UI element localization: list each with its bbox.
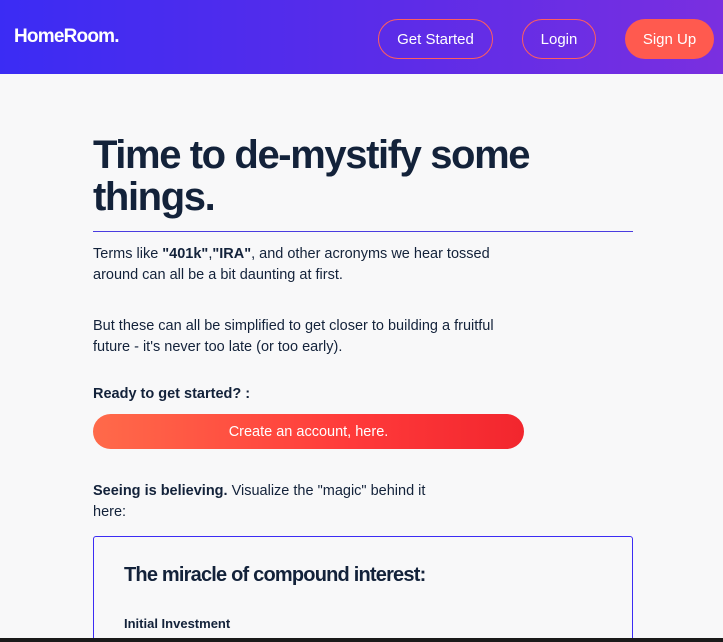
visualize-paragraph: Seeing is believing. Visualize the "magi… — [93, 481, 453, 523]
intro-paragraph: Terms like "401k","IRA", and other acron… — [93, 244, 533, 286]
simplify-paragraph: But these can all be simplified to get c… — [93, 318, 494, 355]
window-bottom-edge — [0, 638, 723, 642]
top-navbar: HomeRoom. Get Started Login Sign Up — [0, 0, 723, 74]
ready-label: Ready to get started? : — [93, 386, 251, 402]
intro-text-prefix: Terms like — [93, 246, 163, 262]
create-account-button[interactable]: Create an account, here. — [93, 414, 524, 449]
get-started-button[interactable]: Get Started — [378, 19, 493, 59]
logo[interactable]: HomeRoom. — [14, 26, 120, 48]
term-ira: "IRA" — [212, 246, 252, 262]
signup-button[interactable]: Sign Up — [625, 19, 714, 59]
seeing-bold-text: Seeing is believing. — [93, 483, 228, 499]
initial-investment-label: Initial Investment — [124, 616, 231, 631]
term-401k: "401k" — [162, 246, 209, 262]
card-title: The miracle of compound interest: — [124, 564, 426, 586]
divider — [93, 231, 633, 232]
login-button[interactable]: Login — [522, 19, 596, 59]
compound-interest-card: The miracle of compound interest: Initia… — [93, 536, 633, 642]
page-title: Time to de-mystify some things. — [93, 133, 530, 219]
